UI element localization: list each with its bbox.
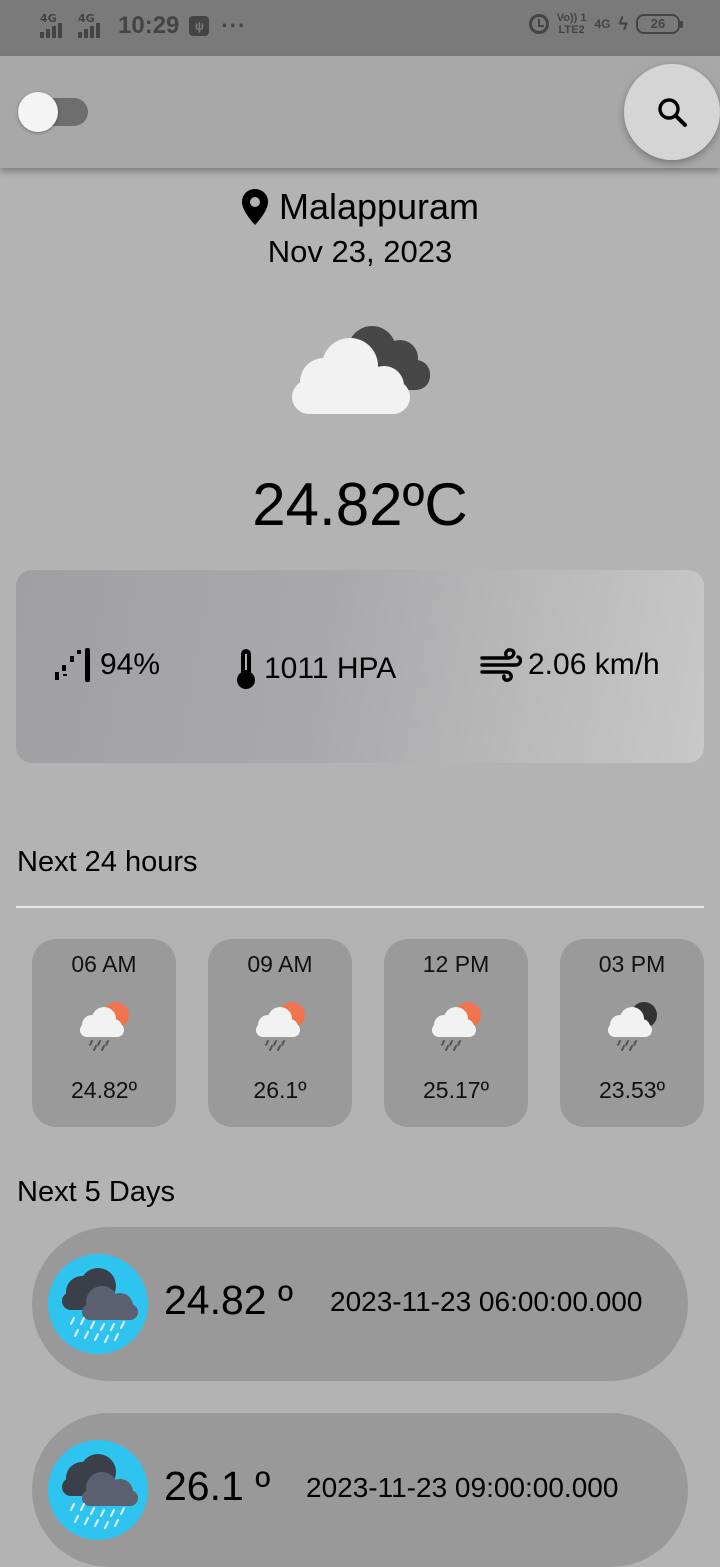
volte-top-label: Vo)) 1 xyxy=(556,12,587,24)
search-icon xyxy=(658,98,687,127)
location-pin-icon xyxy=(241,189,268,225)
rain-sun-icon xyxy=(432,1002,481,1051)
pressure-stat: 1011 HPA xyxy=(234,648,396,690)
signal-strength-icon-2: 4G xyxy=(78,12,110,40)
day-datetime: 2023-11-23 09:00:00.000 xyxy=(306,1472,619,1503)
rain-sun-icon xyxy=(256,1002,305,1051)
humidity-stat: 94% xyxy=(54,648,160,682)
day-temperature: 24.82 º xyxy=(164,1277,293,1323)
location-line: Malappuram xyxy=(241,186,479,228)
network-type-label: 4G xyxy=(594,17,611,31)
status-bar-right: Vo)) 1 LTE2 4G ϟ 26 xyxy=(528,12,683,36)
day-datetime: 2023-11-23 06:00:00.000 xyxy=(330,1286,643,1317)
heavy-rain-icon xyxy=(48,1440,148,1540)
more-notifications-icon: ··· xyxy=(221,13,247,38)
cloudy-icon xyxy=(292,326,430,414)
thermometer-icon xyxy=(237,649,255,689)
day-temperature: 26.1 º xyxy=(164,1463,271,1509)
hourly-forecast-card[interactable]: 06 AM 24.82º xyxy=(32,939,176,1127)
pressure-value: 1011 HPA xyxy=(264,652,397,685)
status-bar: 4G 4G 10:29 ψ ··· Vo)) 1 LTE2 4G ϟ 26 xyxy=(0,0,720,56)
usb-debug-icon: ψ xyxy=(189,16,210,36)
status-time: 10:29 xyxy=(118,12,180,39)
hour-label: 03 PM xyxy=(598,951,666,977)
battery-icon: 26 xyxy=(636,14,683,34)
daily-section-title: Next 5 Days xyxy=(17,1176,175,1208)
current-date: Nov 23, 2023 xyxy=(267,234,453,269)
hour-temperature: 25.17º xyxy=(423,1077,489,1103)
hour-temperature: 24.82º xyxy=(71,1077,137,1103)
hour-temperature: 26.1º xyxy=(253,1077,307,1103)
hourly-forecast-card[interactable]: 12 PM 25.17º xyxy=(384,939,528,1127)
signal-strength-icon: 4G xyxy=(40,12,72,40)
location-header: Malappuram xyxy=(0,186,720,231)
rain-sun-icon xyxy=(80,1002,129,1051)
status-bar-left: 4G 4G 10:29 ψ ··· xyxy=(40,12,246,40)
wind-stat: 2.06 km/h xyxy=(480,648,660,682)
city-name: Malappuram xyxy=(278,186,480,227)
toggle-thumb xyxy=(18,92,58,132)
volte-indicator: Vo)) 1 LTE2 xyxy=(557,12,587,36)
humidity-icon xyxy=(55,648,90,682)
charging-icon: ϟ xyxy=(618,13,628,34)
hour-label: 06 AM xyxy=(71,951,137,977)
hour-temperature: 23.53º xyxy=(599,1077,665,1103)
hourly-section-title: Next 24 hours xyxy=(17,846,198,878)
weather-details-card: 94% 1011 HPA 2.06 km/h xyxy=(16,570,704,763)
hourly-forecast-card[interactable]: 03 PM 23.53º xyxy=(560,939,704,1127)
alarm-icon xyxy=(528,14,549,34)
wind-icon xyxy=(480,648,522,682)
rain-moon-icon xyxy=(608,1002,657,1051)
hour-label: 12 PM xyxy=(422,951,490,977)
current-temperature: 24.82ºC xyxy=(252,471,468,538)
heavy-rain-icon xyxy=(48,1254,148,1354)
hourly-forecast-card[interactable]: 09 AM 26.1º xyxy=(208,939,352,1127)
hour-label: 09 AM xyxy=(247,951,313,977)
wind-value: 2.06 km/h xyxy=(528,648,660,681)
humidity-value: 94% xyxy=(100,648,161,681)
theme-toggle[interactable] xyxy=(18,92,90,132)
search-button[interactable] xyxy=(624,64,720,160)
section-divider xyxy=(16,906,704,908)
volte-bottom-label: LTE2 xyxy=(558,24,585,36)
daily-forecast-card[interactable]: 24.82 º 2023-11-23 06:00:00.000 xyxy=(32,1227,688,1381)
app-bar xyxy=(0,56,720,168)
